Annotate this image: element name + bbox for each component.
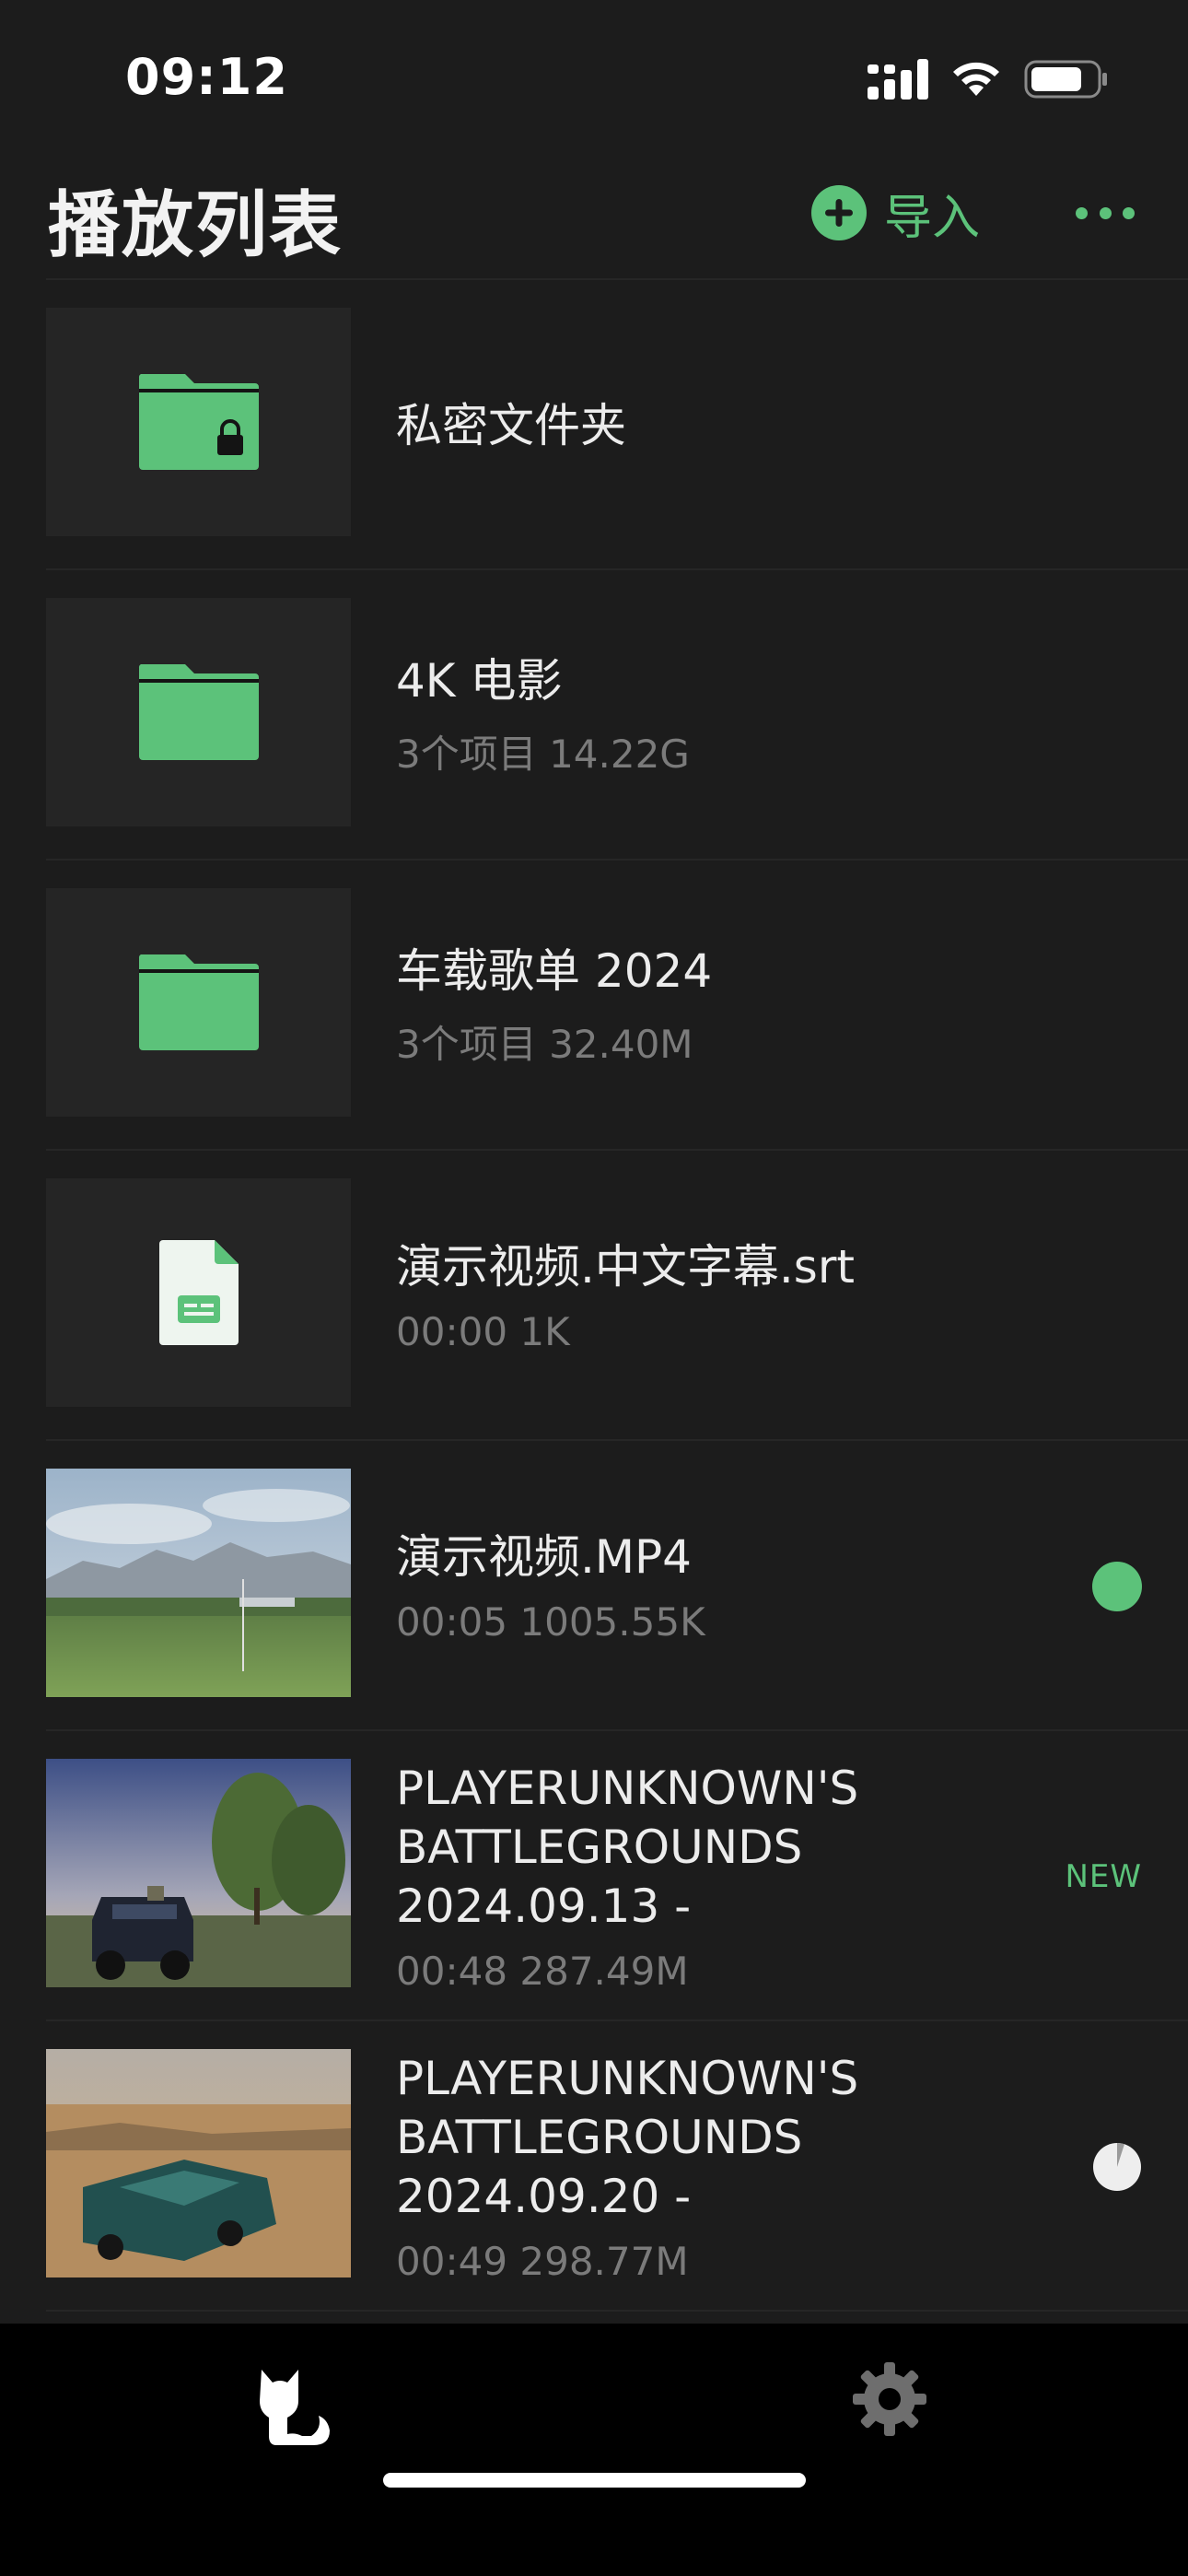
game-thumbnail (46, 2049, 351, 2277)
row-text: 车载歌单 2024 3个项目 32.40M (396, 861, 1041, 1151)
more-dot (1123, 206, 1135, 219)
item-meta: 00:48 287.49M (396, 1949, 689, 1994)
item-meta: 3个项目 32.40M (396, 1022, 693, 1067)
item-meta: 3个项目 14.22G (396, 732, 690, 777)
row-text: PLAYERUNKNOWN'S BATTLEGROUNDS 2024.09.13… (396, 1731, 1041, 2021)
cat-icon[interactable] (254, 2364, 337, 2449)
thumbnail (46, 888, 351, 1117)
landscape-thumbnail (46, 1469, 351, 1697)
status-time: 09:12 (125, 48, 288, 106)
item-title: 演示视频.MP4 (396, 1530, 692, 1584)
battery-icon (1024, 60, 1107, 99)
row-status (1092, 2021, 1142, 2312)
page-title: 播放列表 (48, 184, 344, 267)
item-meta: 00:49 298.77M (396, 2239, 689, 2284)
row-status: NEW (1065, 1731, 1142, 2021)
game-thumbnail (46, 1759, 351, 1987)
row-text: 私密文件夹 (396, 280, 1041, 570)
item-meta: 00:05 1005.55K (396, 1599, 705, 1645)
video-thumbnail (46, 1469, 351, 1697)
status-icons (868, 59, 1109, 100)
list-item-folder[interactable]: 车载歌单 2024 3个项目 32.40M (0, 861, 1188, 1151)
import-button[interactable]: 导入 (810, 181, 981, 246)
more-dot (1099, 206, 1112, 219)
tab-bar (0, 2324, 1188, 2576)
folder-icon (138, 664, 259, 760)
played-progress-icon (1092, 1561, 1142, 1611)
row-text: 演示视频.中文字幕.srt 00:00 1K (396, 1151, 1041, 1441)
item-title: PLAYERUNKNOWN'S BATTLEGROUNDS 2024.09.13… (396, 1762, 859, 1933)
play-progress-icon (1093, 2142, 1141, 2191)
folder-icon (138, 954, 259, 1050)
row-text: 演示视频.MP4 00:05 1005.55K (396, 1441, 1041, 1731)
gear-icon[interactable] (851, 2360, 928, 2438)
item-title: 私密文件夹 (396, 398, 626, 452)
row-text: PLAYERUNKNOWN'S BATTLEGROUNDS 2024.09.20… (396, 2021, 1041, 2312)
video-thumbnail (46, 1759, 351, 1987)
locked-folder-icon (138, 374, 259, 470)
new-badge: NEW (1065, 1857, 1142, 1895)
list-item-subtitle-file[interactable]: 演示视频.中文字幕.srt 00:00 1K (0, 1151, 1188, 1441)
item-title: 4K 电影 (396, 654, 563, 708)
list-item-video[interactable]: PLAYERUNKNOWN'S BATTLEGROUNDS 2024.09.13… (0, 1731, 1188, 2021)
row-status (1092, 1441, 1142, 1731)
import-label: 导入 (884, 190, 981, 246)
list-item-video[interactable]: PLAYERUNKNOWN'S BATTLEGROUNDS 2024.09.20… (0, 2021, 1188, 2312)
list-item-video[interactable]: 演示视频.MP4 00:05 1005.55K (0, 1441, 1188, 1731)
thumbnail (46, 308, 351, 536)
status-bar: 09:12 (0, 0, 1188, 147)
row-text: 4K 电影 3个项目 14.22G (396, 570, 1041, 861)
subtitle-file-icon (158, 1240, 239, 1345)
list-item-private-folder[interactable]: 私密文件夹 (0, 280, 1188, 570)
item-meta: 00:00 1K (396, 1309, 570, 1354)
more-icon[interactable] (1076, 181, 1135, 245)
item-title: 车载歌单 2024 (396, 944, 713, 998)
more-dot (1076, 206, 1088, 219)
video-thumbnail (46, 2049, 351, 2277)
thumbnail (46, 1178, 351, 1407)
item-title: PLAYERUNKNOWN'S BATTLEGROUNDS 2024.09.20… (396, 2052, 859, 2223)
file-list: 私密文件夹 4K 电影 3个项目 14.22G 车载歌单 2024 3个项目 3… (0, 280, 1188, 2312)
plus-circle-icon (811, 185, 867, 240)
thumbnail (46, 598, 351, 826)
home-indicator[interactable] (383, 2473, 806, 2488)
signal-icon (868, 59, 928, 100)
list-item-folder[interactable]: 4K 电影 3个项目 14.22G (0, 570, 1188, 861)
item-title: 演示视频.中文字幕.srt (396, 1240, 855, 1294)
nav-header: 播放列表 导入 (0, 147, 1188, 276)
wifi-icon (953, 62, 999, 96)
